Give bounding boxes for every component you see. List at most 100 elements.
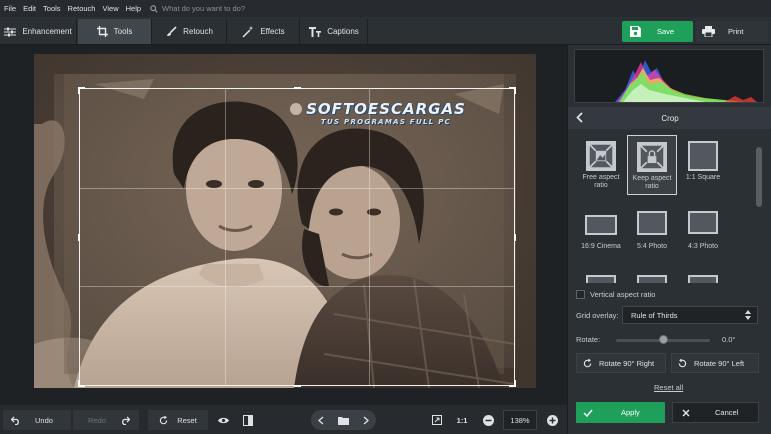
crop-handle-top[interactable] — [294, 87, 301, 89]
rotate-slider[interactable] — [616, 335, 710, 344]
tab-retouch[interactable]: Retouch — [153, 19, 227, 44]
redo-label: Redo — [88, 415, 106, 425]
cancel-label: Cancel — [715, 408, 739, 417]
tab-label: Enhancement — [22, 27, 72, 36]
fit-screen-button[interactable] — [428, 410, 446, 430]
sliders-icon — [4, 27, 17, 36]
apply-label: Apply — [621, 408, 640, 417]
search-placeholder: What do you want to do? — [162, 4, 246, 13]
crop-handle-top-left[interactable] — [78, 87, 85, 94]
scrollbar-thumb[interactable] — [756, 147, 762, 207]
rotate-right-label: Rotate 90° Right — [599, 358, 655, 368]
tab-captions[interactable]: Captions — [301, 19, 368, 44]
actual-size-button[interactable]: 1:1 — [452, 410, 472, 430]
crop-handle-bottom-left[interactable] — [78, 380, 85, 387]
zoom-in-button[interactable] — [543, 410, 561, 430]
rotate-left-button[interactable]: Rotate 90° Left — [671, 353, 759, 373]
floppy-icon — [630, 26, 641, 37]
folder-icon[interactable] — [338, 416, 349, 425]
portrait-ratio-icon — [688, 275, 718, 283]
zoom-out-button[interactable] — [479, 410, 497, 430]
tab-label: Tools — [113, 27, 133, 36]
tab-effects[interactable]: Effects — [228, 19, 300, 44]
preset-cinema[interactable]: 16:9 Cinema — [576, 207, 626, 267]
crop-handle-right[interactable] — [514, 234, 516, 241]
preset-label: Free aspect ratio — [582, 174, 620, 189]
preset-square[interactable]: 1:1 Square — [678, 135, 728, 195]
search-box[interactable]: What do you want to do? — [150, 4, 245, 13]
preset-5-4[interactable]: 5:4 Photo — [627, 207, 677, 267]
preset-portrait[interactable] — [576, 269, 626, 283]
menu-view[interactable]: View — [102, 4, 118, 13]
crop-handle-top-right[interactable] — [509, 87, 516, 94]
rotate-label: Rotate: — [576, 335, 601, 344]
crop-handle-bottom[interactable] — [294, 385, 301, 387]
preset-free-ratio[interactable]: Free aspect ratio — [576, 135, 626, 195]
grid-overlay-select[interactable]: Rule of Thirds — [622, 306, 758, 324]
crop-handle-bottom-right[interactable] — [509, 380, 516, 387]
reset-all-link[interactable]: Reset all — [654, 383, 683, 392]
reset-label: Reset — [177, 415, 197, 425]
preset-label: 5:4 Photo — [637, 243, 667, 250]
fit-screen-icon — [432, 415, 442, 425]
tab-label: Effects — [260, 27, 285, 36]
preset-portrait[interactable] — [627, 269, 677, 283]
menu-tools[interactable]: Tools — [43, 4, 61, 13]
menu-help[interactable]: Help — [126, 4, 141, 13]
search-icon — [150, 4, 158, 13]
presets-scrollbar[interactable] — [754, 137, 764, 282]
close-icon — [682, 409, 690, 416]
chevron-left-icon[interactable] — [318, 416, 324, 425]
preset-4-3[interactable]: 4:3 Photo — [678, 207, 728, 267]
save-label: Save — [657, 27, 675, 36]
chevron-right-icon[interactable] — [363, 416, 369, 425]
cinema-ratio-icon — [585, 215, 617, 235]
rotate-slider-knob[interactable] — [659, 335, 668, 344]
back-arrow-icon[interactable] — [576, 112, 583, 123]
tab-tools[interactable]: Tools — [78, 19, 152, 44]
lock-ratio-icon — [637, 142, 667, 172]
bottom-toolbar: Undo Redo Reset 1:1 138% — [0, 405, 567, 434]
check-icon — [583, 409, 593, 417]
preset-portrait[interactable] — [678, 269, 728, 283]
crop-panel-title: Crop — [661, 113, 679, 123]
menu-retouch[interactable]: Retouch — [68, 4, 96, 13]
portrait-ratio-icon — [637, 275, 667, 283]
undo-button[interactable]: Undo — [3, 410, 71, 430]
preset-label: 4:3 Photo — [688, 243, 718, 250]
magic-wand-icon — [242, 25, 254, 38]
compare-button[interactable] — [238, 410, 258, 430]
reset-icon — [160, 415, 168, 424]
reset-button[interactable]: Reset — [148, 410, 208, 430]
grid-overlay-value: Rule of Thirds — [631, 310, 678, 320]
menu-edit[interactable]: Edit — [23, 4, 36, 13]
vertical-ratio-checkbox[interactable] — [576, 290, 585, 299]
preset-label: Keep aspect ratio — [632, 175, 672, 190]
grid-line — [80, 286, 514, 288]
print-button[interactable]: Print — [696, 21, 768, 42]
tab-enhancement[interactable]: Enhancement — [0, 19, 77, 44]
menu-file[interactable]: File — [4, 4, 16, 13]
preset-label: 16:9 Cinema — [581, 243, 621, 250]
file-navigator — [311, 410, 376, 430]
undo-label: Undo — [35, 415, 53, 425]
apply-button[interactable]: Apply — [576, 402, 665, 423]
cancel-button[interactable]: Cancel — [672, 402, 759, 423]
tab-label: Retouch — [183, 27, 213, 36]
crop-frame[interactable] — [78, 87, 516, 387]
photo-5-4-icon — [637, 211, 667, 235]
rotate-right-button[interactable]: Rotate 90° Right — [576, 353, 666, 373]
grid-line — [80, 187, 514, 189]
redo-button[interactable]: Redo — [73, 410, 139, 430]
right-panel: Crop Free aspect ratio Keep aspect ratio… — [567, 45, 771, 434]
crop-handle-left[interactable] — [78, 234, 80, 241]
zoom-value[interactable]: 138% — [503, 410, 537, 430]
save-button[interactable]: Save — [622, 21, 693, 42]
plus-circle-icon — [546, 414, 558, 426]
vertical-ratio-row[interactable]: Vertical aspect ratio — [576, 290, 655, 299]
undo-icon — [11, 416, 19, 425]
preset-keep-ratio[interactable]: Keep aspect ratio — [627, 135, 677, 195]
preview-eye-button[interactable] — [213, 410, 233, 430]
rotate-value: 0.0° — [722, 335, 736, 344]
grid-line — [224, 89, 226, 385]
